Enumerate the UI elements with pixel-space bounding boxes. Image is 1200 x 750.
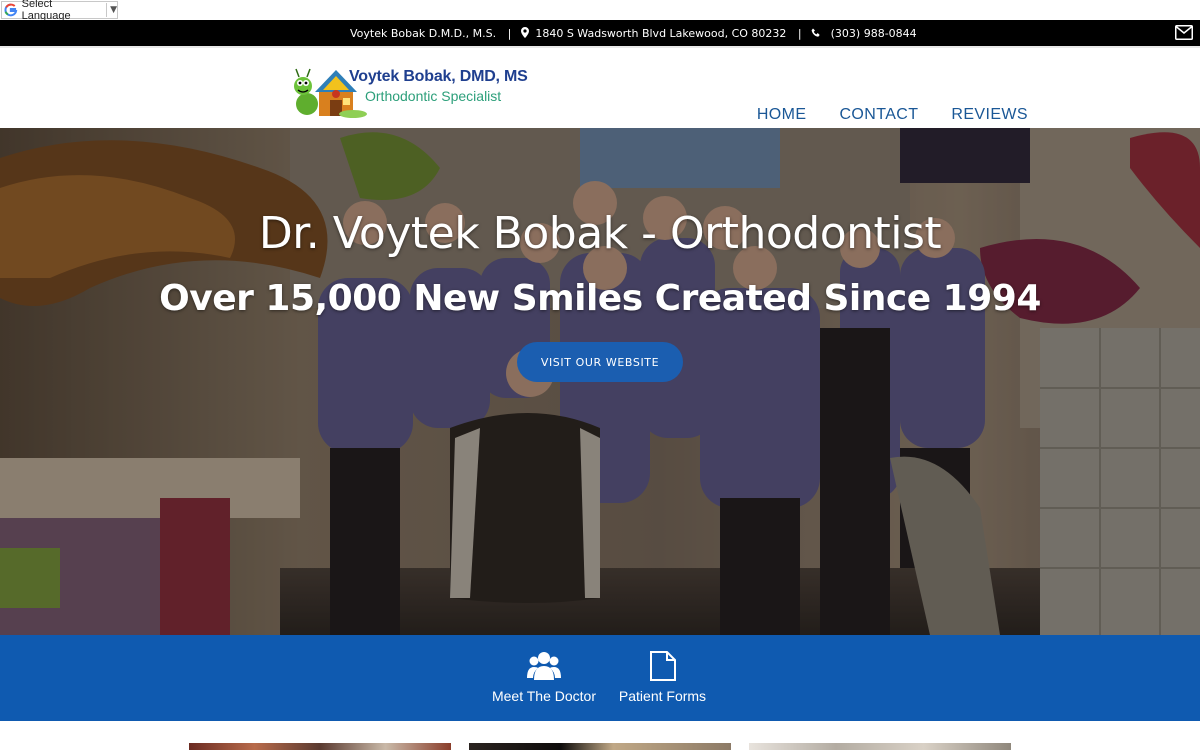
separator: | (507, 27, 512, 40)
patient-forms-label: Patient Forms (618, 688, 707, 704)
gallery-image[interactable] (189, 743, 451, 750)
hero-subtitle: Over 15,000 New Smiles Created Since 199… (159, 278, 1041, 319)
dropdown-arrow-icon: ▼ (110, 5, 117, 15)
logo-title: Voytek Bobak, DMD, MS (349, 68, 528, 85)
address-link[interactable]: 1840 S Wadsworth Blvd Lakewood, CO 80232 (535, 27, 786, 40)
map-pin-icon (520, 27, 529, 38)
language-select-label: Select Language (21, 0, 71, 22)
document-icon (649, 651, 676, 681)
translate-bar: Select Language ▼ (0, 0, 1200, 22)
nav-reviews[interactable]: REVIEWS (951, 106, 1028, 124)
main-nav: HOME CONTACT REVIEWS (757, 106, 1028, 124)
mail-icon[interactable] (1175, 25, 1193, 40)
gallery-strip (0, 721, 1200, 750)
patient-forms-link[interactable]: Patient Forms (615, 651, 710, 704)
gallery-image[interactable] (469, 743, 731, 750)
phone-link[interactable]: (303) 988-0844 (831, 27, 917, 40)
phone-icon (811, 28, 820, 37)
meet-the-doctor-link[interactable]: Meet The Doctor (489, 651, 599, 704)
meet-the-doctor-label: Meet The Doctor (491, 688, 596, 704)
logo-subtitle: Orthodontic Specialist (365, 88, 502, 104)
users-icon (527, 652, 561, 680)
google-icon (4, 3, 18, 17)
gallery-image[interactable] (749, 743, 1011, 750)
divider (106, 3, 108, 17)
visit-website-button[interactable]: VISIT OUR WEBSITE (517, 342, 683, 382)
site-header: Voytek Bobak, DMD, MS Orthodontic Specia… (0, 46, 1200, 128)
feature-bar: Meet The Doctor Patient Forms (0, 635, 1200, 721)
site-logo[interactable]: Voytek Bobak, DMD, MS Orthodontic Specia… (293, 64, 528, 120)
nav-home[interactable]: HOME (757, 106, 807, 124)
practice-name: Voytek Bobak D.M.D., M.S. (350, 27, 497, 40)
hero-banner: Dr. Voytek Bobak - Orthodontist Over 15,… (0, 128, 1200, 635)
separator: | (797, 27, 802, 40)
nav-contact[interactable]: CONTACT (839, 106, 918, 124)
language-select[interactable]: Select Language ▼ (1, 0, 118, 22)
top-contact-bar: Voytek Bobak D.M.D., M.S. | 1840 S Wadsw… (0, 20, 1200, 46)
hero-title: Dr. Voytek Bobak - Orthodontist (258, 208, 942, 259)
contact-info: Voytek Bobak D.M.D., M.S. | 1840 S Wadsw… (350, 27, 917, 40)
